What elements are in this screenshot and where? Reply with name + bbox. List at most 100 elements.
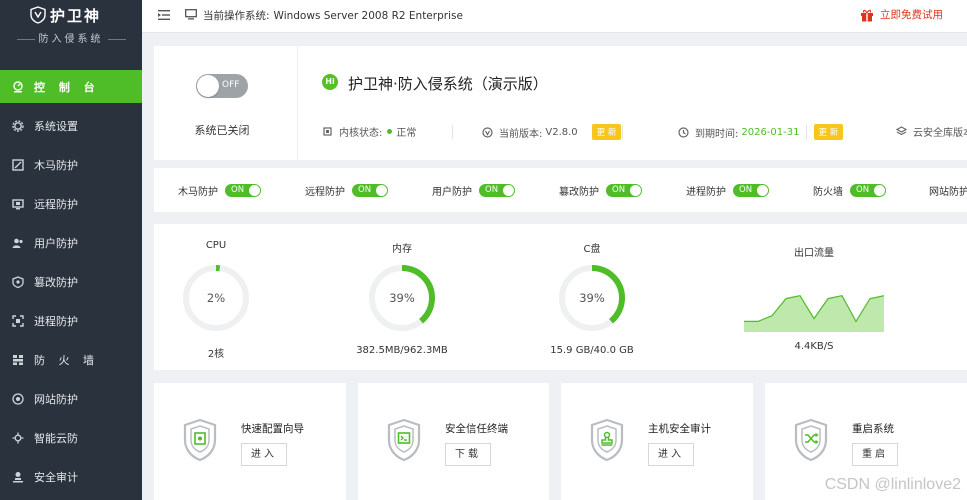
divider xyxy=(297,46,298,160)
sidebar-item-website[interactable]: 网站防护 xyxy=(0,382,142,415)
gauge-subtext: 2核 xyxy=(207,349,225,360)
globe-icon xyxy=(11,392,25,406)
protection-label: 远程防护 xyxy=(305,187,345,198)
brand-subtitle: 防入侵系统 xyxy=(0,30,142,45)
card-title: 重启系统 xyxy=(852,423,894,435)
audit-icon xyxy=(11,470,25,484)
system-toggle[interactable]: OFF xyxy=(196,74,248,98)
sidebar-item-label: 网站防护 xyxy=(34,392,78,406)
cloud-db-label: 云安全库版本 xyxy=(913,128,967,139)
update-button[interactable]: 更 新 xyxy=(591,124,622,140)
kernel-value: 正常 xyxy=(396,128,417,139)
sidebar-item-firewall[interactable]: 防 火 墙 xyxy=(0,343,142,376)
traffic-area xyxy=(744,295,884,332)
sidebar: 护卫神 防入侵系统 控 制 台 系统设置 木马防护 远程防护 用户防护 篡改防护… xyxy=(0,0,142,500)
shield-icon xyxy=(11,158,25,172)
protection-row: 木马防护 ON 远程防护 ON 用户防护 ON 篡改防护 ON 进程防护 ON … xyxy=(154,168,967,212)
topbar: 当前操作系统: Windows Server 2008 R2 Enterprise… xyxy=(142,0,967,33)
gauge-title: 内存 xyxy=(392,244,412,255)
sidebar-item-users[interactable]: 用户防护 xyxy=(0,226,142,259)
gift-icon xyxy=(861,9,873,21)
app-badge-icon: Hi xyxy=(322,74,338,90)
protection-switch[interactable]: ON xyxy=(225,184,261,197)
protection-switch[interactable]: ON xyxy=(733,184,769,197)
status-panel: OFF 系统已关闭 Hi 护卫神·防入侵系统（演示版） 内核状态: 正常 当前版本… xyxy=(154,46,967,160)
os-value: Windows Server 2008 R2 Enterprise xyxy=(273,10,463,22)
sidebar-item-label: 安全审计 xyxy=(34,470,78,484)
gear-icon xyxy=(11,119,25,133)
sidebar-item-trojan[interactable]: 木马防护 xyxy=(0,148,142,181)
wall-icon xyxy=(11,353,25,367)
scan-icon xyxy=(11,314,25,328)
protection-label: 木马防护 xyxy=(178,187,218,198)
download-button[interactable]: 下载 xyxy=(445,443,491,466)
sidebar-item-label: 篡改防护 xyxy=(34,275,78,289)
system-state: 系统已关闭 xyxy=(194,124,250,137)
monitor-icon xyxy=(185,9,197,20)
protection-item-tamper: 篡改防护 ON xyxy=(559,183,642,198)
layers-icon xyxy=(896,126,907,136)
traffic-sparkline xyxy=(744,295,884,332)
os-info: 当前操作系统: Windows Server 2008 R2 Enterprise xyxy=(203,8,463,23)
toggle-knob xyxy=(197,75,219,97)
version-info: 当前版本: V2.8.0 更 新 xyxy=(482,124,622,140)
logo-shield-icon xyxy=(30,6,46,24)
sidebar-item-tamper[interactable]: 篡改防护 xyxy=(0,265,142,298)
enter-button[interactable]: 进入 xyxy=(648,443,694,466)
protection-label: 用户防护 xyxy=(432,187,472,198)
clock-icon xyxy=(678,126,689,138)
brand-subtitle-text: 防入侵系统 xyxy=(38,34,104,45)
sidebar-item-label: 远程防护 xyxy=(34,197,78,211)
enter-button[interactable]: 进入 xyxy=(241,443,287,466)
kernel-status: 内核状态: 正常 xyxy=(322,124,416,139)
protection-item-process: 进程防护 ON xyxy=(686,183,769,198)
protection-switch[interactable]: ON xyxy=(606,184,642,197)
brand-name: 护卫神 xyxy=(50,7,102,25)
restart-button[interactable]: 重启 xyxy=(852,443,898,466)
card-host-audit: 主机安全审计 进入 xyxy=(561,383,753,500)
cloud-icon xyxy=(11,431,25,445)
flow-value: 4.4KB/S xyxy=(794,341,834,352)
expire-info: 到期时间: 2026-01-31 更 新 xyxy=(678,124,844,140)
sidebar-item-cloud[interactable]: 智能云防 xyxy=(0,421,142,454)
sidebar-item-remote[interactable]: 远程防护 xyxy=(0,187,142,220)
page-title: 护卫神·防入侵系统（演示版） xyxy=(348,75,548,93)
expire-value: 2026-01-31 xyxy=(741,126,800,138)
menu-toggle-icon[interactable] xyxy=(158,9,170,21)
sidebar-item-settings[interactable]: 系统设置 xyxy=(0,109,142,142)
sidebar-item-label: 智能云防 xyxy=(34,431,78,445)
protection-switch[interactable]: ON xyxy=(850,184,886,197)
protection-item-remote: 远程防护 ON xyxy=(305,183,388,198)
protection-label: 防火墙 xyxy=(813,187,843,198)
version-value: V2.8.0 xyxy=(545,126,578,138)
toggle-text: OFF xyxy=(222,80,240,90)
gauge-title: CPU xyxy=(205,240,227,251)
free-trial-link[interactable]: 立即免费试用 xyxy=(860,7,943,22)
protection-label: 网站防护 xyxy=(929,187,967,198)
card-title: 快速配置向导 xyxy=(241,423,304,435)
card-title: 安全信任终端 xyxy=(445,423,508,435)
protection-switch[interactable]: ON xyxy=(479,184,515,197)
sidebar-item-dashboard[interactable]: 控 制 台 xyxy=(0,70,142,103)
sidebar-item-label: 木马防护 xyxy=(34,158,78,172)
renew-button[interactable]: 更 新 xyxy=(813,124,844,140)
gauge-value: 39% xyxy=(579,291,605,305)
protection-label: 篡改防护 xyxy=(559,187,599,198)
sidebar-item-label: 控 制 台 xyxy=(34,80,100,94)
cloud-db-info: 云安全库版本 xyxy=(896,124,967,139)
version-icon xyxy=(482,126,493,138)
card-trusted-terminal: 安全信任终端 下载 xyxy=(358,383,549,500)
monitor-icon xyxy=(11,197,25,211)
terminal-shield-icon xyxy=(387,418,421,462)
free-trial-label: 立即免费试用 xyxy=(880,9,943,21)
sidebar-item-process[interactable]: 进程防护 xyxy=(0,304,142,337)
stamp-shield-icon xyxy=(590,418,624,462)
protection-item-website: 网站防护 xyxy=(929,183,967,198)
sidebar-item-audit[interactable]: 安全审计 xyxy=(0,460,142,493)
protection-switch[interactable]: ON xyxy=(352,184,388,197)
sidebar-item-label: 进程防护 xyxy=(34,314,78,328)
version-label: 当前版本: xyxy=(499,128,543,140)
sidebar-item-label: 用户防护 xyxy=(34,236,78,250)
protection-item-users: 用户防护 ON xyxy=(432,183,515,198)
card-title: 主机安全审计 xyxy=(648,423,711,435)
